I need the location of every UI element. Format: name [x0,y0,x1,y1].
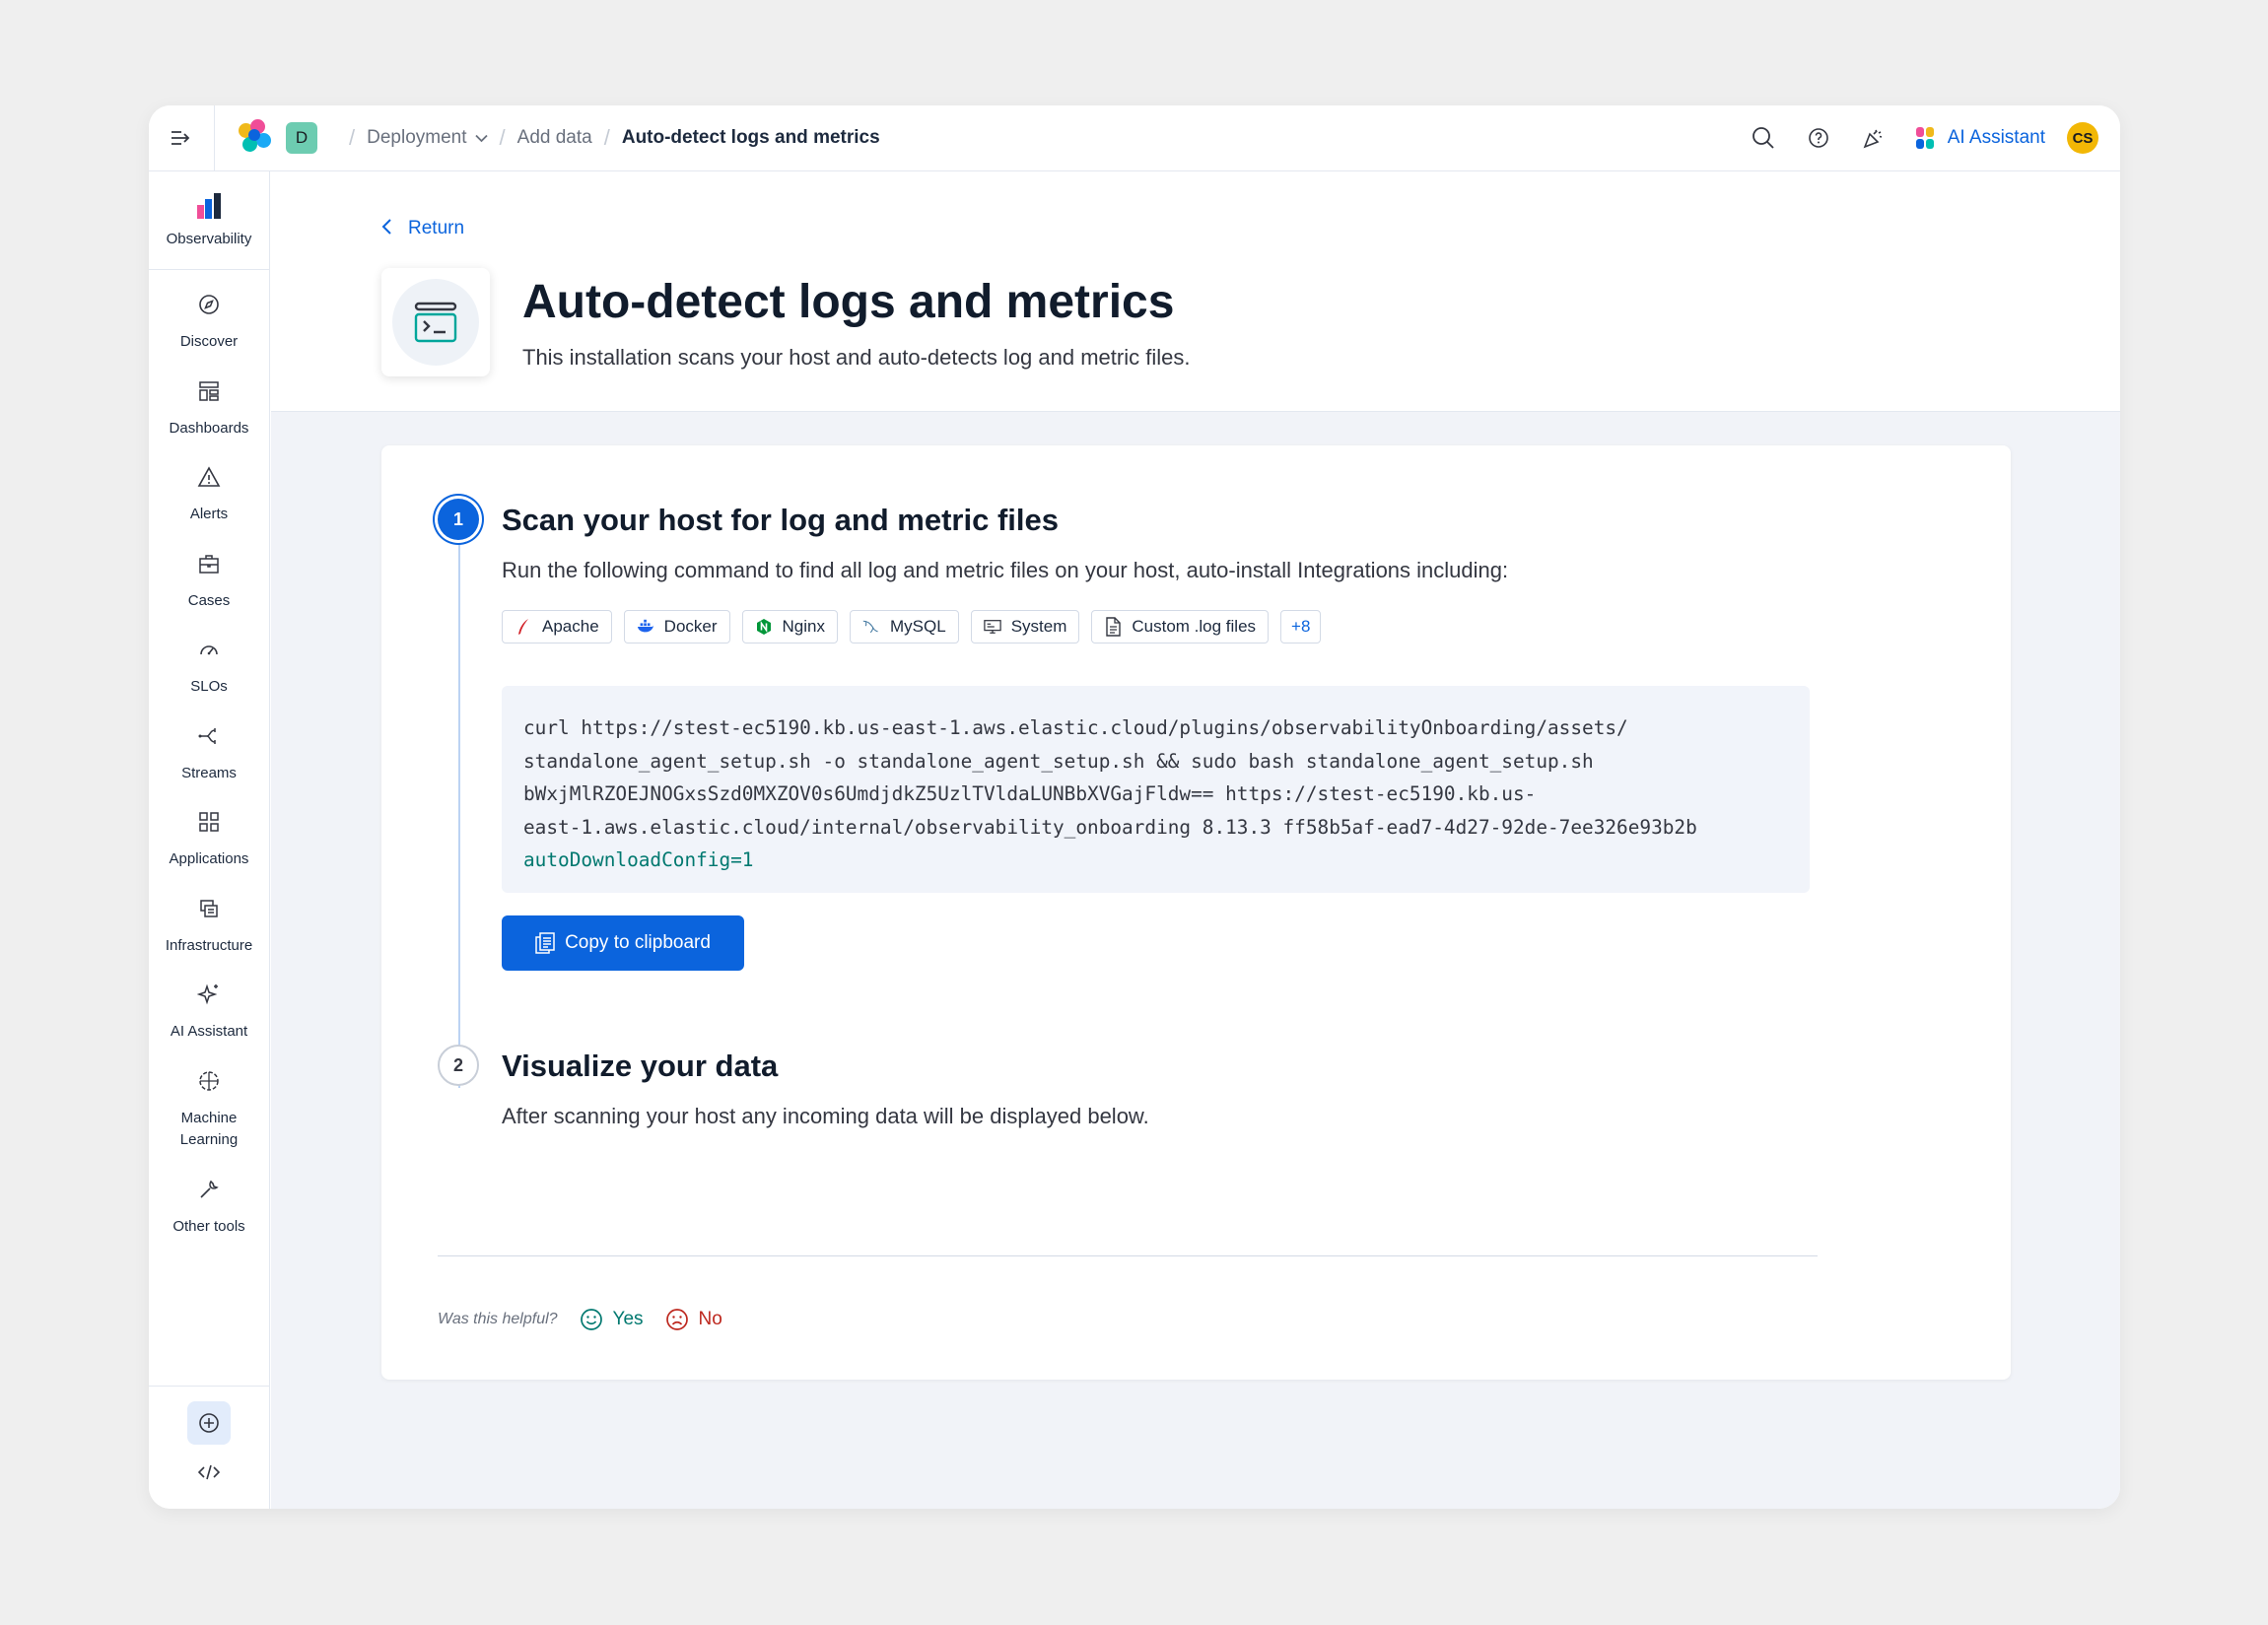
step-number-1: 1 [438,499,479,540]
terminal-icon [414,302,457,343]
step-number-2: 2 [438,1045,479,1086]
badge-apache[interactable]: Apache [502,610,612,643]
smile-icon [580,1308,603,1331]
search-icon[interactable] [1751,125,1776,151]
elastic-logo[interactable] [237,119,274,157]
main-content: Return Auto-detect logs and metrics This… [271,172,2120,1509]
sidebar-item-discover[interactable]: Discover [149,278,269,365]
sidebar-item-infrastructure[interactable]: Infrastructure [149,882,269,969]
side-nav: Observability Discover Dashboards Alerts… [149,171,270,1509]
database-icon[interactable] [187,1500,231,1509]
return-link[interactable]: Return [381,216,464,241]
page-subtitle: This installation scans your host and au… [522,345,1191,370]
wrench-icon [196,1177,222,1202]
app-window: D / Deployment / Add data / Auto-detect … [149,105,2120,1509]
badge-docker[interactable]: Docker [623,610,730,643]
nav-toggle-button[interactable] [149,105,215,171]
step-1-title: Scan your host for log and metric files [502,503,1059,537]
badge-system[interactable]: System [970,610,1080,643]
badge-custom-logs[interactable]: Custom .log files [1091,610,1270,643]
nginx-icon [755,618,773,636]
mysql-dolphin-icon [862,618,880,636]
sidebar-item-ai-assistant[interactable]: AI Assistant [149,968,269,1054]
breadcrumb: / Deployment / Add data / Auto-detect lo… [349,125,880,150]
step-2-description: After scanning your host any incoming da… [502,1104,1149,1128]
briefcase-icon [196,551,222,576]
news-feed-icon[interactable] [1861,125,1887,151]
copy-to-clipboard-button[interactable]: Copy to clipboard [502,915,744,971]
streams-icon [196,723,222,749]
sidebar-item-alerts[interactable]: Alerts [149,450,269,537]
ai-assistant-icon [1915,127,1936,149]
badge-mysql[interactable]: MySQL [850,610,959,643]
frown-icon [665,1308,689,1331]
install-command-code-block[interactable]: curl https://stest-ec5190.kb.us-east-1.a… [502,686,1810,893]
sidebar-item-cases[interactable]: Cases [149,537,269,624]
feedback-no-button[interactable]: No [665,1308,722,1331]
breadcrumb-deployment[interactable]: Deployment [367,127,466,149]
step-2-title: Visualize your data [502,1049,779,1083]
user-avatar[interactable]: CS [2067,122,2098,154]
page-header: Return Auto-detect logs and metrics This… [271,172,2120,412]
space-badge[interactable]: D [286,122,317,154]
top-header: D / Deployment / Add data / Auto-detect … [149,105,2120,171]
docker-whale-icon [637,618,654,636]
feedback-bar: Was this helpful? Yes No [438,1308,744,1331]
solution-observability[interactable]: Observability [149,171,269,270]
gauge-icon [196,637,222,662]
breadcrumb-add-data[interactable]: Add data [517,127,592,149]
observability-logo-icon [197,193,221,219]
step-1-description: Run the following command to find all lo… [502,558,1509,582]
sidebar-item-slos[interactable]: SLOs [149,623,269,710]
chevron-left-icon [381,216,392,241]
page-title: Auto-detect logs and metrics [522,276,1175,328]
feedback-question: Was this helpful? [438,1311,558,1327]
sidebar-item-dashboards[interactable]: Dashboards [149,365,269,451]
document-icon [1104,617,1122,637]
apache-feather-icon [515,618,532,636]
ai-assistant-button[interactable]: AI Assistant [1915,127,2045,149]
sparkles-icon [196,982,222,1007]
sidebar-item-applications[interactable]: Applications [149,795,269,882]
compass-icon [196,292,222,317]
help-icon[interactable] [1806,125,1831,151]
menu-collapse-icon [172,131,190,145]
dashboard-icon [196,378,222,404]
clipboard-icon [535,932,555,954]
step-connector [458,536,460,1088]
apps-icon [196,809,222,835]
feedback-divider [438,1255,1818,1256]
terminal-card [381,268,490,376]
breadcrumb-current: Auto-detect logs and metrics [621,127,880,148]
badge-more-integrations[interactable]: +8 [1280,610,1322,643]
integration-badges: Apache Docker Nginx MySQL System Custom … [502,610,1333,643]
chevron-down-icon[interactable] [474,131,488,146]
add-data-icon[interactable] [187,1401,231,1445]
ml-icon [196,1068,222,1094]
sidebar-item-machine-learning[interactable]: Machine Learning [149,1054,269,1163]
onboarding-panel: 1 Scan your host for log and metric file… [381,445,2011,1380]
sidebar-item-other-tools[interactable]: Other tools [149,1163,269,1250]
feedback-yes-button[interactable]: Yes [580,1308,644,1331]
infrastructure-icon [196,896,222,921]
badge-nginx[interactable]: Nginx [741,610,838,643]
dev-tools-icon[interactable] [187,1451,231,1494]
sidebar-item-streams[interactable]: Streams [149,710,269,796]
monitor-icon [983,618,1001,636]
warning-icon [196,464,222,490]
